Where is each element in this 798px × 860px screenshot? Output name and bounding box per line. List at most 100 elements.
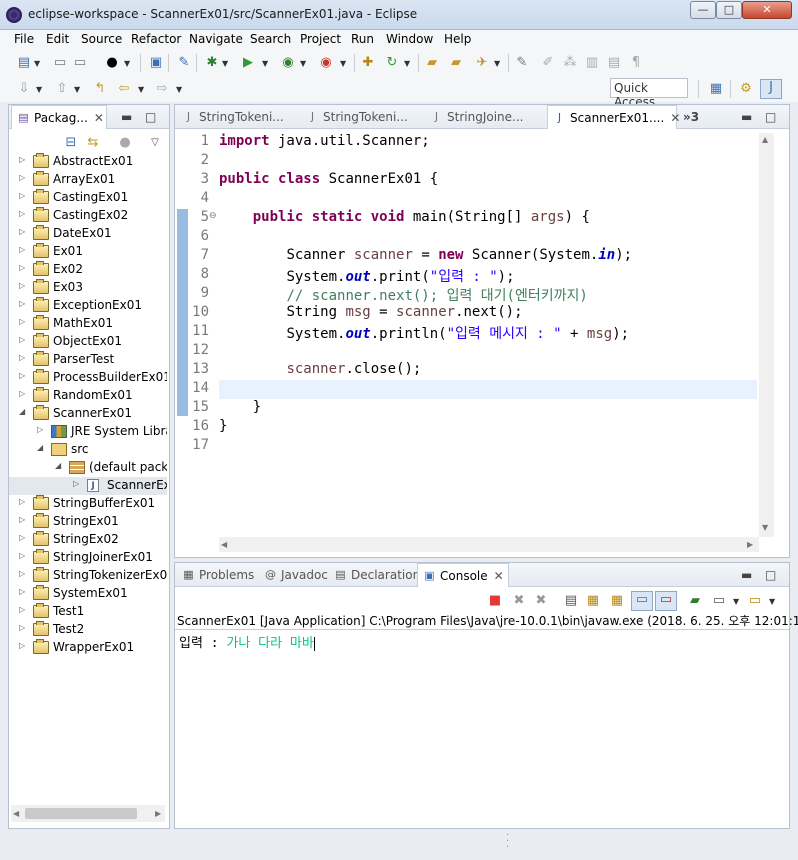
collapsed-arrow-icon[interactable]: ▷ bbox=[19, 587, 25, 596]
chevron-down-icon[interactable]: ▼ bbox=[494, 59, 500, 68]
word-wrap-console-icon[interactable]: ▦ bbox=[609, 593, 625, 609]
collapsed-arrow-icon[interactable]: ▷ bbox=[19, 623, 25, 632]
external-tools-icon[interactable]: ◉ bbox=[318, 55, 334, 71]
debug-perspective-icon[interactable]: ⚙ bbox=[738, 81, 754, 97]
back-icon[interactable]: ⇦ bbox=[116, 81, 132, 97]
tab-stringtokenizer-1[interactable]: J StringTokeni... bbox=[177, 105, 299, 129]
collapsed-arrow-icon[interactable]: ▷ bbox=[19, 245, 25, 254]
close-icon[interactable]: ✕ bbox=[94, 111, 104, 125]
close-icon[interactable]: ✕ bbox=[670, 111, 680, 125]
collapsed-arrow-icon[interactable]: ▷ bbox=[19, 497, 25, 506]
last-edit-icon[interactable]: ↰ bbox=[92, 81, 108, 97]
open-folder-icon[interactable]: ▰ bbox=[424, 55, 440, 71]
pilcrow-icon[interactable]: ¶ bbox=[628, 55, 644, 71]
menu-project[interactable]: Project bbox=[300, 32, 341, 46]
new-java-project-icon[interactable]: ✚ bbox=[360, 55, 376, 71]
scroll-right-icon[interactable]: ▶ bbox=[747, 540, 753, 549]
chevron-down-icon[interactable]: ▼ bbox=[769, 597, 775, 606]
tab-problems[interactable]: ▦ Problems bbox=[177, 563, 257, 587]
code-area[interactable]: 1 import java.util.Scanner; 2 3 public class… bbox=[175, 133, 771, 533]
word-wrap-icon[interactable]: ▤ bbox=[606, 55, 622, 71]
close-icon[interactable]: ✕ bbox=[494, 569, 504, 583]
menu-refactor[interactable]: Refactor bbox=[131, 32, 181, 46]
editor-horizontal-scrollbar[interactable]: ◀ ▶ bbox=[219, 537, 759, 552]
open-perspective-icon[interactable]: ▦ bbox=[708, 81, 724, 97]
collapsed-arrow-icon[interactable]: ▷ bbox=[19, 263, 25, 272]
tab-stringjoiner[interactable]: J StringJoine... bbox=[425, 105, 547, 129]
expanded-arrow-icon[interactable]: ◢ bbox=[19, 407, 25, 416]
show-stderr-icon[interactable]: ▭ bbox=[655, 591, 677, 611]
status-bar-grip[interactable]: · · · bbox=[506, 831, 509, 853]
more-tabs-indicator[interactable]: »3 bbox=[683, 110, 699, 124]
open-console-icon[interactable]: ▭ bbox=[747, 593, 763, 609]
annotation-icon[interactable]: ✎ bbox=[514, 55, 530, 71]
show-stdout-icon[interactable]: ▭ bbox=[631, 591, 653, 611]
collapsed-arrow-icon[interactable]: ▷ bbox=[37, 425, 43, 434]
pen-icon[interactable]: ✐ bbox=[540, 55, 556, 71]
block-select-icon[interactable]: ▥ bbox=[584, 55, 600, 71]
maximize-view-icon[interactable]: □ bbox=[765, 110, 776, 124]
fold-icon[interactable]: ⊖ bbox=[209, 211, 217, 221]
scroll-down-icon[interactable]: ▼ bbox=[762, 523, 768, 532]
menu-source[interactable]: Source bbox=[81, 32, 122, 46]
minimize-view-icon[interactable]: ▬ bbox=[741, 568, 752, 582]
scroll-up-icon[interactable]: ▲ bbox=[762, 135, 768, 144]
pin-icon[interactable]: ✎ bbox=[176, 55, 192, 71]
menu-navigate[interactable]: Navigate bbox=[189, 32, 243, 46]
clear-console-icon[interactable]: ▤ bbox=[563, 593, 579, 609]
minimize-view-icon[interactable]: ▬ bbox=[121, 110, 132, 124]
menu-file[interactable]: File bbox=[14, 32, 34, 46]
console-output[interactable]: 입력 : 가나 다라 마바 bbox=[179, 632, 315, 651]
chevron-down-icon[interactable]: ▼ bbox=[340, 59, 346, 68]
coverage-icon[interactable]: ◉ bbox=[280, 55, 296, 71]
console-icon[interactable]: ▣ bbox=[148, 55, 164, 71]
menu-help[interactable]: Help bbox=[444, 32, 471, 46]
collapsed-arrow-icon[interactable]: ▷ bbox=[19, 281, 25, 290]
quick-access-input[interactable]: Quick Access bbox=[610, 78, 688, 109]
maximize-button[interactable]: □ bbox=[716, 1, 742, 19]
menu-window[interactable]: Window bbox=[386, 32, 433, 46]
collapsed-arrow-icon[interactable]: ▷ bbox=[19, 515, 25, 524]
refresh-icon[interactable]: ↻ bbox=[384, 55, 400, 71]
search-tool-icon[interactable]: ✈ bbox=[474, 55, 490, 71]
scroll-left-icon[interactable]: ◀ bbox=[13, 809, 19, 818]
scroll-lock-icon[interactable]: ▦ bbox=[585, 593, 601, 609]
collapsed-arrow-icon[interactable]: ▷ bbox=[19, 353, 25, 362]
expanded-arrow-icon[interactable]: ◢ bbox=[55, 461, 61, 470]
run-icon[interactable]: ▶ bbox=[240, 55, 256, 71]
save-all-icon[interactable]: ▭ bbox=[72, 55, 88, 71]
scrollbar-thumb[interactable] bbox=[25, 808, 137, 819]
tab-javadoc[interactable]: @ Javadoc bbox=[259, 563, 339, 587]
prev-annotation-icon[interactable]: ⇧ bbox=[54, 81, 70, 97]
chevron-down-icon[interactable]: ▼ bbox=[74, 85, 80, 94]
maximize-view-icon[interactable]: □ bbox=[765, 568, 776, 582]
collapsed-arrow-icon[interactable]: ▷ bbox=[19, 299, 25, 308]
forward-icon[interactable]: ⇨ bbox=[154, 81, 170, 97]
expanded-arrow-icon[interactable]: ◢ bbox=[37, 443, 43, 452]
close-button[interactable]: ✕ bbox=[742, 1, 792, 19]
tab-stringtokenizer-2[interactable]: J StringTokeni... bbox=[301, 105, 423, 129]
java-perspective-icon[interactable]: J bbox=[760, 79, 782, 99]
collapsed-arrow-icon[interactable]: ▷ bbox=[19, 569, 25, 578]
link-with-editor-icon[interactable]: ⇆ bbox=[85, 135, 101, 151]
chevron-down-icon[interactable]: ▼ bbox=[36, 85, 42, 94]
collapsed-arrow-icon[interactable]: ▷ bbox=[19, 551, 25, 560]
tree-item-scannerex-file[interactable]: ▷ J ScannerEx bbox=[9, 477, 167, 495]
scroll-left-icon[interactable]: ◀ bbox=[221, 540, 227, 549]
new-icon[interactable]: ▤ bbox=[16, 55, 32, 71]
focus-icon[interactable]: ● bbox=[117, 135, 133, 151]
debug-icon[interactable]: ✱ bbox=[204, 55, 220, 71]
chevron-down-icon[interactable]: ▼ bbox=[124, 59, 130, 68]
next-annotation-icon[interactable]: ⇩ bbox=[16, 81, 32, 97]
collapsed-arrow-icon[interactable]: ▷ bbox=[19, 389, 25, 398]
chevron-down-icon[interactable]: ▼ bbox=[222, 59, 228, 68]
show-whitespace-icon[interactable]: ⁂ bbox=[562, 55, 578, 71]
collapsed-arrow-icon[interactable]: ▷ bbox=[19, 173, 25, 182]
minimize-view-icon[interactable]: ▬ bbox=[741, 110, 752, 124]
user-icon[interactable]: ● bbox=[104, 55, 120, 71]
maximize-view-icon[interactable]: □ bbox=[145, 110, 156, 124]
chevron-down-icon[interactable]: ▼ bbox=[34, 59, 40, 68]
tab-declaration[interactable]: ▤ Declaration bbox=[329, 563, 420, 587]
horizontal-scrollbar[interactable]: ◀ ▶ bbox=[11, 805, 165, 822]
chevron-down-icon[interactable]: ▼ bbox=[262, 59, 268, 68]
